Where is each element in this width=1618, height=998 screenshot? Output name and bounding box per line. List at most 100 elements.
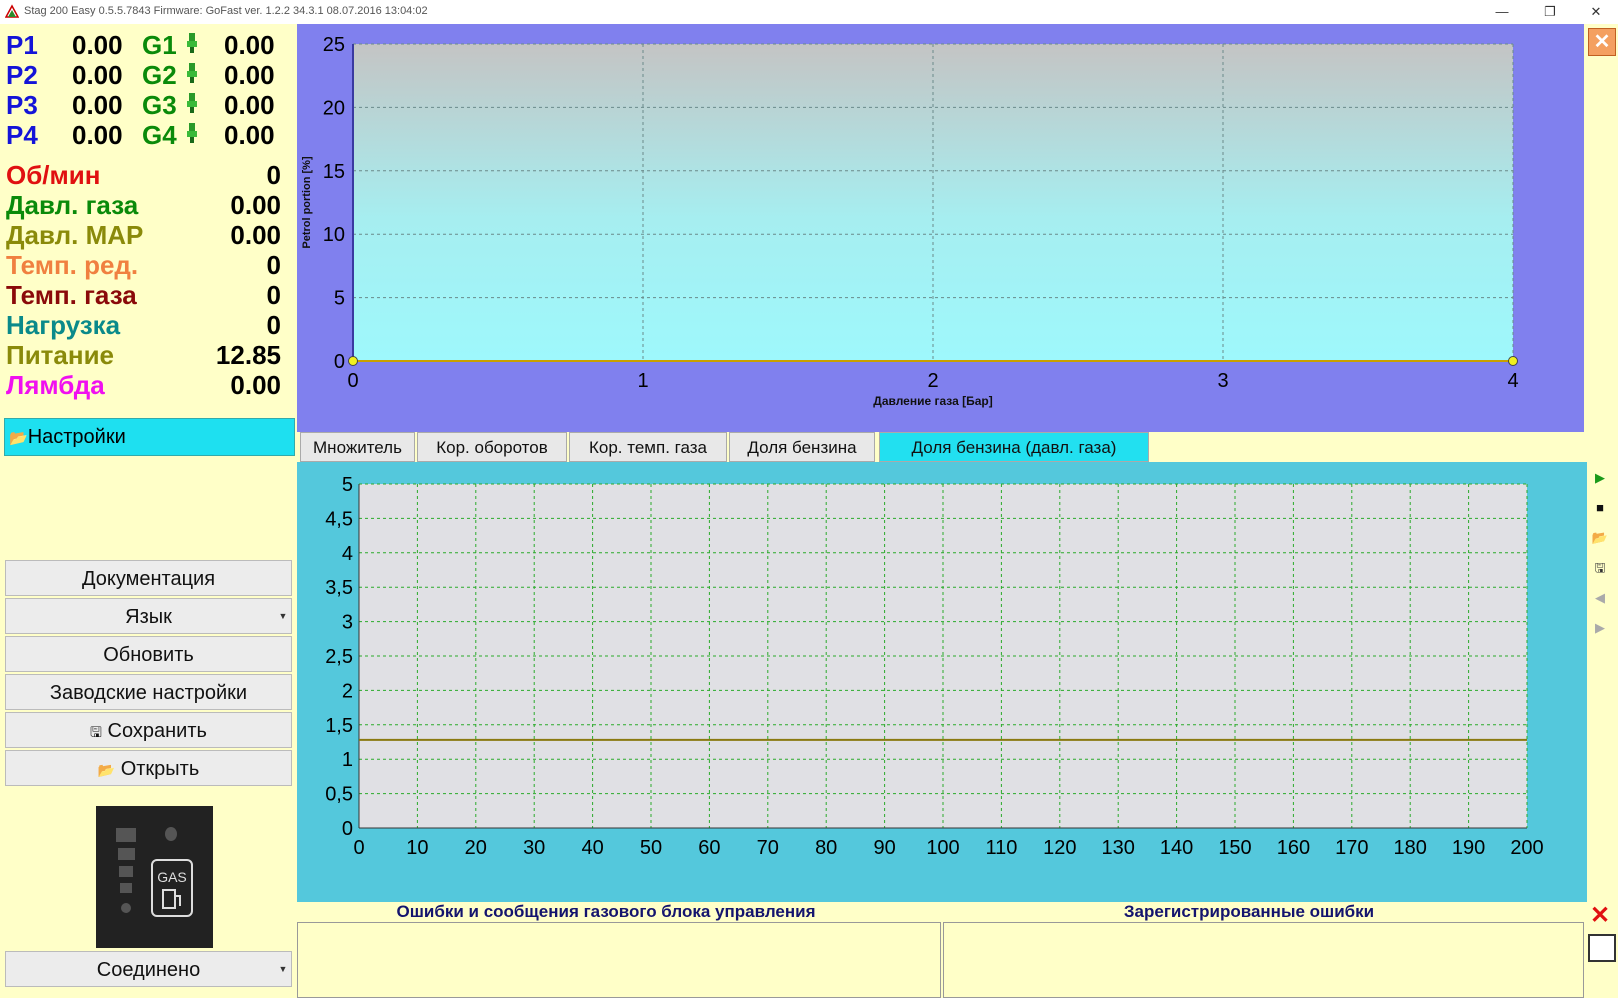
chevron-down-icon: ▼ [278, 611, 288, 621]
gas-injector-icon [187, 123, 197, 143]
y-tick-label: 2,5 [325, 646, 353, 668]
documentation-button[interactable]: Документация [5, 560, 292, 596]
settings-button[interactable]: 📂Настройки [4, 418, 295, 456]
y-axis-label: Petrol portion [%] [301, 156, 313, 249]
previous-button[interactable]: ◀ [1588, 586, 1612, 610]
petrol-injector-value: 0.00 [72, 120, 123, 150]
floppy-disk-icon: 🖫 [90, 724, 102, 740]
data-point [348, 356, 358, 366]
settings-label: Настройки [27, 426, 126, 448]
close-icon: ✕ [1589, 902, 1611, 929]
language-dropdown[interactable]: Язык ▼ [5, 598, 292, 634]
x-tick-label: 130 [1102, 837, 1135, 859]
ecu-messages-list[interactable] [297, 922, 941, 998]
x-tick-label: 150 [1218, 837, 1251, 859]
x-tick-label: 100 [926, 837, 959, 859]
tab-petrol-portion[interactable]: Доля бензина [729, 432, 875, 462]
x-tick-label: 180 [1394, 837, 1427, 859]
petrol-injector-value: 0.00 [72, 60, 123, 90]
save-label: Сохранить [107, 720, 207, 742]
y-tick-label: 25 [323, 34, 345, 56]
tab-petrol-portion-gas-pressure[interactable]: Доля бензина (давл. газа) [879, 432, 1149, 462]
error-status-box[interactable] [1588, 934, 1616, 962]
petrol-injector-label: P1 [6, 30, 38, 60]
registered-errors-list[interactable] [943, 922, 1584, 998]
y-tick-label: 1 [342, 749, 353, 771]
errors-panel: Ошибки и сообщения газового блока управл… [297, 902, 1584, 998]
gas-injector-value: 0.00 [224, 90, 275, 120]
y-tick-label: 3 [342, 612, 353, 634]
tab-multiplier[interactable]: Множитель [300, 432, 415, 462]
x-axis-label: Давление газа [Бар] [873, 394, 992, 408]
map-pressure-row: Давл. MAP 0.00 [6, 220, 281, 250]
close-chart-button[interactable]: ✕ [1588, 28, 1616, 56]
sensor-value: 0 [266, 310, 281, 340]
live-data-chart-svg: 0 10 20 30 40 50 60 70 80 90 100 110 120 130 140 150 160… [325, 474, 1544, 859]
petrol-injector-value: 0.00 [72, 30, 123, 60]
sensor-label: Давл. MAP [6, 220, 144, 250]
tab-rpm-correction[interactable]: Кор. оборотов [417, 432, 567, 462]
save-button[interactable]: 🖫 Сохранить [5, 712, 292, 748]
x-tick-label: 60 [698, 837, 720, 859]
next-button[interactable]: ▶ [1588, 616, 1612, 640]
petrol-portion-chart[interactable]: 0 1 2 3 4 0 5 10 15 20 25 Давление газа [Бар] Petrol… [297, 24, 1584, 432]
play-icon: ▶ [1595, 470, 1605, 485]
refresh-button[interactable]: Обновить [5, 636, 292, 672]
gas-injector-icon [187, 33, 197, 53]
language-label: Язык [125, 606, 172, 628]
sensor-label: Темп. газа [6, 280, 137, 310]
ecu-messages-title: Ошибки и сообщения газового блока управл… [396, 902, 816, 921]
gas-injector-value: 0.00 [224, 60, 275, 90]
x-tick-label: 120 [1043, 837, 1076, 859]
x-tick-label: 20 [465, 837, 487, 859]
x-tick-label: 30 [523, 837, 545, 859]
live-data-chart[interactable]: 0 10 20 30 40 50 60 70 80 90 100 110 120 130 140 150 160… [297, 462, 1587, 902]
x-tick-label: 0 [353, 837, 364, 859]
x-tick-label: 3 [1217, 370, 1228, 392]
sensor-label: Питание [6, 340, 115, 370]
save-file-button[interactable]: 🖫 [1588, 556, 1612, 580]
minimize-button[interactable]: — [1482, 2, 1522, 22]
y-tick-label: 5 [342, 474, 353, 496]
sensor-label: Об/мин [6, 160, 101, 190]
x-tick-label: 4 [1507, 370, 1518, 392]
x-tick-label: 40 [581, 837, 603, 859]
y-tick-label: 3,5 [325, 577, 353, 599]
arrow-right-icon: ▶ [1595, 620, 1605, 635]
gas-injector-value: 0.00 [224, 120, 275, 150]
x-tick-label: 2 [927, 370, 938, 392]
title-bar: Stag 200 Easy 0.5.5.7843 Firmware: GoFas… [0, 0, 1618, 24]
tab-gas-temp-correction[interactable]: Кор. темп. газа [569, 432, 727, 462]
data-point [1508, 356, 1518, 366]
x-tick-label: 50 [640, 837, 662, 859]
x-tick-label: 170 [1335, 837, 1368, 859]
close-window-button[interactable]: ✕ [1576, 2, 1616, 22]
gas-indicator-label: GAS [157, 869, 187, 885]
lambda-row: Лямбда 0.00 [6, 370, 281, 400]
gas-switch-indicator[interactable]: GAS [96, 806, 213, 948]
open-button[interactable]: 📂 Открыть [5, 750, 292, 786]
open-label: Открыть [120, 758, 200, 780]
sensor-label: Лямбда [6, 370, 105, 400]
folder-open-icon: 📂 [97, 762, 116, 778]
connection-status-dropdown[interactable]: Соединено ▼ [5, 951, 292, 987]
sensor-value: 12.85 [215, 340, 281, 370]
play-button[interactable]: ▶ [1588, 466, 1612, 490]
restore-button[interactable]: ❐ [1530, 2, 1570, 22]
open-file-button[interactable]: 📂 [1588, 526, 1612, 550]
petrol-injector-label: P3 [6, 90, 38, 120]
x-tick-label: 0 [347, 370, 358, 392]
petrol-injector-value: 0.00 [72, 90, 123, 120]
load-row: Нагрузка 0 [6, 310, 281, 340]
y-tick-label: 4 [342, 543, 353, 565]
gas-injector-label: G3 [142, 90, 177, 120]
tab-bar: Множитель Кор. оборотов Кор. темп. газа … [297, 432, 1618, 462]
y-tick-label: 0 [334, 351, 345, 373]
sensor-label: Нагрузка [6, 310, 121, 340]
x-tick-label: 90 [873, 837, 895, 859]
registered-errors-title: Зарегистрированные ошибки [1123, 902, 1375, 921]
factory-settings-button[interactable]: Заводские настройки [5, 674, 292, 710]
stop-button[interactable]: ■ [1588, 496, 1612, 520]
sensor-value: 0.00 [230, 370, 281, 400]
clear-errors-button[interactable]: ✕ [1588, 904, 1612, 928]
